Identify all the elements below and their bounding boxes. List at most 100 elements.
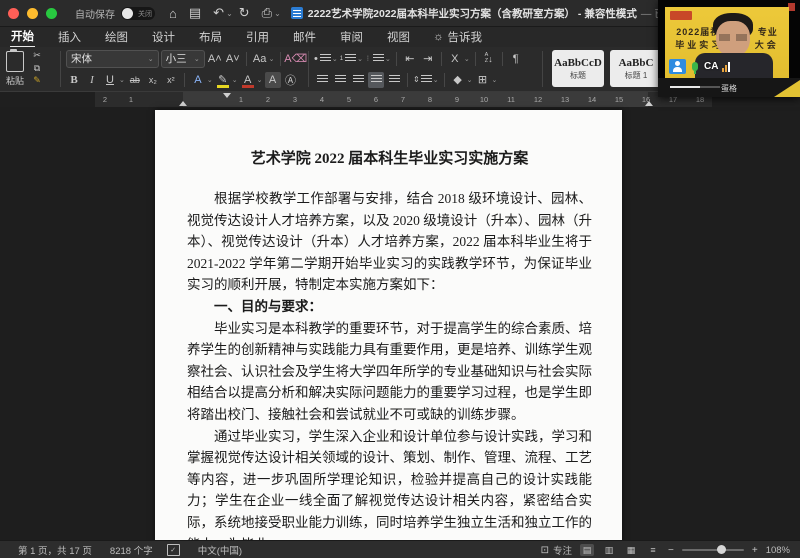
tab-draw[interactable]: 绘图 bbox=[104, 27, 129, 47]
decrease-indent-icon[interactable]: ⇤ bbox=[402, 51, 418, 67]
character-shading-icon[interactable]: A bbox=[265, 72, 281, 88]
print-layout-view-button[interactable]: ▤ bbox=[580, 544, 594, 556]
paragraph-marks-icon[interactable]: ¶ bbox=[508, 51, 524, 67]
tab-insert[interactable]: 插入 bbox=[57, 27, 82, 47]
style-title[interactable]: AaBbCcD 标题 bbox=[552, 50, 604, 87]
word-count[interactable]: 8218 个字 bbox=[110, 543, 153, 557]
tab-mailings[interactable]: 邮件 bbox=[292, 27, 317, 47]
outline-view-button[interactable]: ▦ bbox=[624, 544, 638, 556]
ruler-number: 8 bbox=[428, 95, 432, 104]
ruler-number: 14 bbox=[588, 95, 596, 104]
toolbar-more-chevron-icon[interactable]: ⌄ bbox=[274, 9, 281, 18]
participant-initials: CA bbox=[704, 61, 718, 72]
zoom-window-button[interactable] bbox=[46, 8, 57, 19]
change-case-icon[interactable]: Aa bbox=[252, 51, 268, 67]
video-call-overlay[interactable]: 2022届视 专业 毕业实习 大会 CA 蛋格 bbox=[658, 0, 800, 97]
align-center-button[interactable] bbox=[332, 72, 348, 88]
language-indicator[interactable]: 中文(中国) bbox=[198, 543, 242, 557]
ruler-number: 4 bbox=[320, 95, 324, 104]
tab-layout[interactable]: 布局 bbox=[198, 27, 223, 47]
bullet-list-icon[interactable]: • bbox=[314, 51, 331, 67]
align-right-button[interactable] bbox=[350, 72, 366, 88]
window-title: 2222艺术学院2022届本科毕业实习方案（含教研室方案） - 兼容性模式 bbox=[308, 6, 637, 21]
save-icon[interactable]: ▤ bbox=[189, 5, 201, 21]
multilevel-list-icon[interactable]: ⋮ bbox=[365, 51, 384, 67]
tab-references[interactable]: 引用 bbox=[245, 27, 270, 47]
tab-home[interactable]: 开始 bbox=[10, 26, 35, 48]
sort-icon[interactable]: AZ↓ bbox=[481, 51, 497, 67]
borders-icon[interactable]: ⊞ bbox=[474, 72, 490, 88]
copy-icon[interactable]: ⧉ bbox=[29, 62, 45, 75]
bold-button[interactable]: B bbox=[66, 72, 82, 88]
italic-button[interactable]: I bbox=[84, 72, 100, 88]
cut-icon[interactable]: ✂ bbox=[29, 49, 45, 62]
zoom-in-button[interactable]: + bbox=[752, 545, 758, 556]
chevron-down-icon: ⌄ bbox=[232, 76, 238, 84]
status-bar: 第 1 页，共 17 页 8218 个字 ✓ 中文(中国) ⊡ 专注 ▤ ▥ ▦… bbox=[0, 540, 800, 558]
tab-view[interactable]: 视图 bbox=[386, 27, 411, 47]
ruler-number: 7 bbox=[401, 95, 405, 104]
page-indicator[interactable]: 第 1 页，共 17 页 bbox=[18, 543, 92, 557]
font-color-icon[interactable]: A bbox=[240, 72, 256, 88]
enclose-characters-icon[interactable]: Ⓐ bbox=[283, 72, 299, 88]
align-left-button[interactable] bbox=[314, 72, 330, 88]
zoom-slider[interactable] bbox=[682, 549, 744, 551]
tab-review[interactable]: 审阅 bbox=[339, 27, 364, 47]
zoom-out-button[interactable]: − bbox=[668, 545, 674, 556]
distribute-button[interactable] bbox=[386, 72, 402, 88]
format-painter-icon[interactable]: ✎ bbox=[29, 74, 45, 87]
justify-button[interactable] bbox=[368, 72, 384, 88]
print-icon[interactable]: ⎙ bbox=[262, 5, 272, 21]
clear-formatting-icon[interactable]: A⌫ bbox=[285, 51, 306, 67]
undo-icon[interactable]: ↶ bbox=[213, 5, 224, 21]
shading-icon[interactable]: ◆ bbox=[450, 72, 466, 88]
left-indent-marker[interactable] bbox=[179, 101, 187, 106]
first-line-indent-marker[interactable] bbox=[223, 93, 231, 98]
style-heading1[interactable]: AaBbC 标题 1 bbox=[610, 50, 662, 87]
text-effects-icon[interactable]: A bbox=[190, 72, 206, 88]
paste-button[interactable]: 粘贴 bbox=[6, 49, 24, 87]
chevron-down-icon: ⌄ bbox=[491, 76, 497, 84]
superscript-button[interactable]: x² bbox=[163, 72, 179, 88]
web-layout-view-button[interactable]: ▥ bbox=[602, 544, 616, 556]
zoom-percentage[interactable]: 108% bbox=[766, 545, 790, 556]
line-spacing-icon[interactable]: ⇕ bbox=[413, 72, 432, 88]
tab-design[interactable]: 设计 bbox=[151, 27, 176, 47]
focus-mode-label[interactable]: 专注 bbox=[553, 543, 572, 557]
ruler-number: 2 bbox=[266, 95, 270, 104]
strikethrough-button[interactable]: ab bbox=[127, 72, 143, 88]
paste-icon bbox=[6, 51, 24, 72]
grow-font-icon[interactable]: A˄ bbox=[207, 51, 223, 67]
undo-chevron-icon[interactable]: ⌄ bbox=[226, 9, 233, 18]
font-size-select[interactable]: 小三 ⌄ bbox=[161, 50, 205, 68]
underline-button[interactable]: U bbox=[102, 72, 118, 88]
proofing-status-icon[interactable]: ✓ bbox=[167, 544, 180, 556]
banner-logo bbox=[670, 11, 692, 20]
font-name-select[interactable]: 宋体 ⌄ bbox=[66, 50, 159, 68]
ruler-number: 12 bbox=[534, 95, 542, 104]
autosave-toggle[interactable]: 关闭 bbox=[121, 7, 155, 20]
zoom-slider-knob[interactable] bbox=[717, 545, 726, 554]
toggle-knob bbox=[122, 8, 133, 19]
redo-icon[interactable]: ↻ bbox=[239, 5, 250, 21]
chevron-down-icon: ⌄ bbox=[467, 76, 473, 84]
shrink-font-icon[interactable]: A˅ bbox=[225, 51, 241, 67]
highlight-color-icon[interactable]: ✎ bbox=[215, 72, 231, 88]
increase-indent-icon[interactable]: ⇥ bbox=[420, 51, 436, 67]
tell-me-label: 告诉我 bbox=[448, 29, 483, 45]
ruler-number: 10 bbox=[480, 95, 488, 104]
home-icon[interactable]: ⌂ bbox=[169, 6, 177, 21]
horizontal-ruler[interactable]: 21123456789101112131415161718 bbox=[95, 92, 712, 107]
subscript-button[interactable]: x₂ bbox=[145, 72, 161, 88]
focus-mode-icon[interactable]: ⊡ bbox=[541, 545, 549, 556]
draft-view-button[interactable]: ≡ bbox=[646, 544, 660, 556]
autosave-state: 关闭 bbox=[138, 9, 152, 19]
minimize-window-button[interactable] bbox=[27, 8, 38, 19]
ruler-number: 5 bbox=[347, 95, 351, 104]
chevron-down-icon: ⌄ bbox=[119, 76, 125, 84]
tell-me-button[interactable]: ☼ 告诉我 bbox=[433, 29, 482, 45]
asian-layout-icon[interactable]: X bbox=[447, 51, 463, 67]
numbered-list-icon[interactable]: 1 bbox=[340, 51, 356, 67]
document-page[interactable]: 艺术学院 2022 届本科生毕业实习实施方案 根据学校教学工作部署与安排，结合 … bbox=[155, 110, 622, 558]
close-window-button[interactable] bbox=[8, 8, 19, 19]
